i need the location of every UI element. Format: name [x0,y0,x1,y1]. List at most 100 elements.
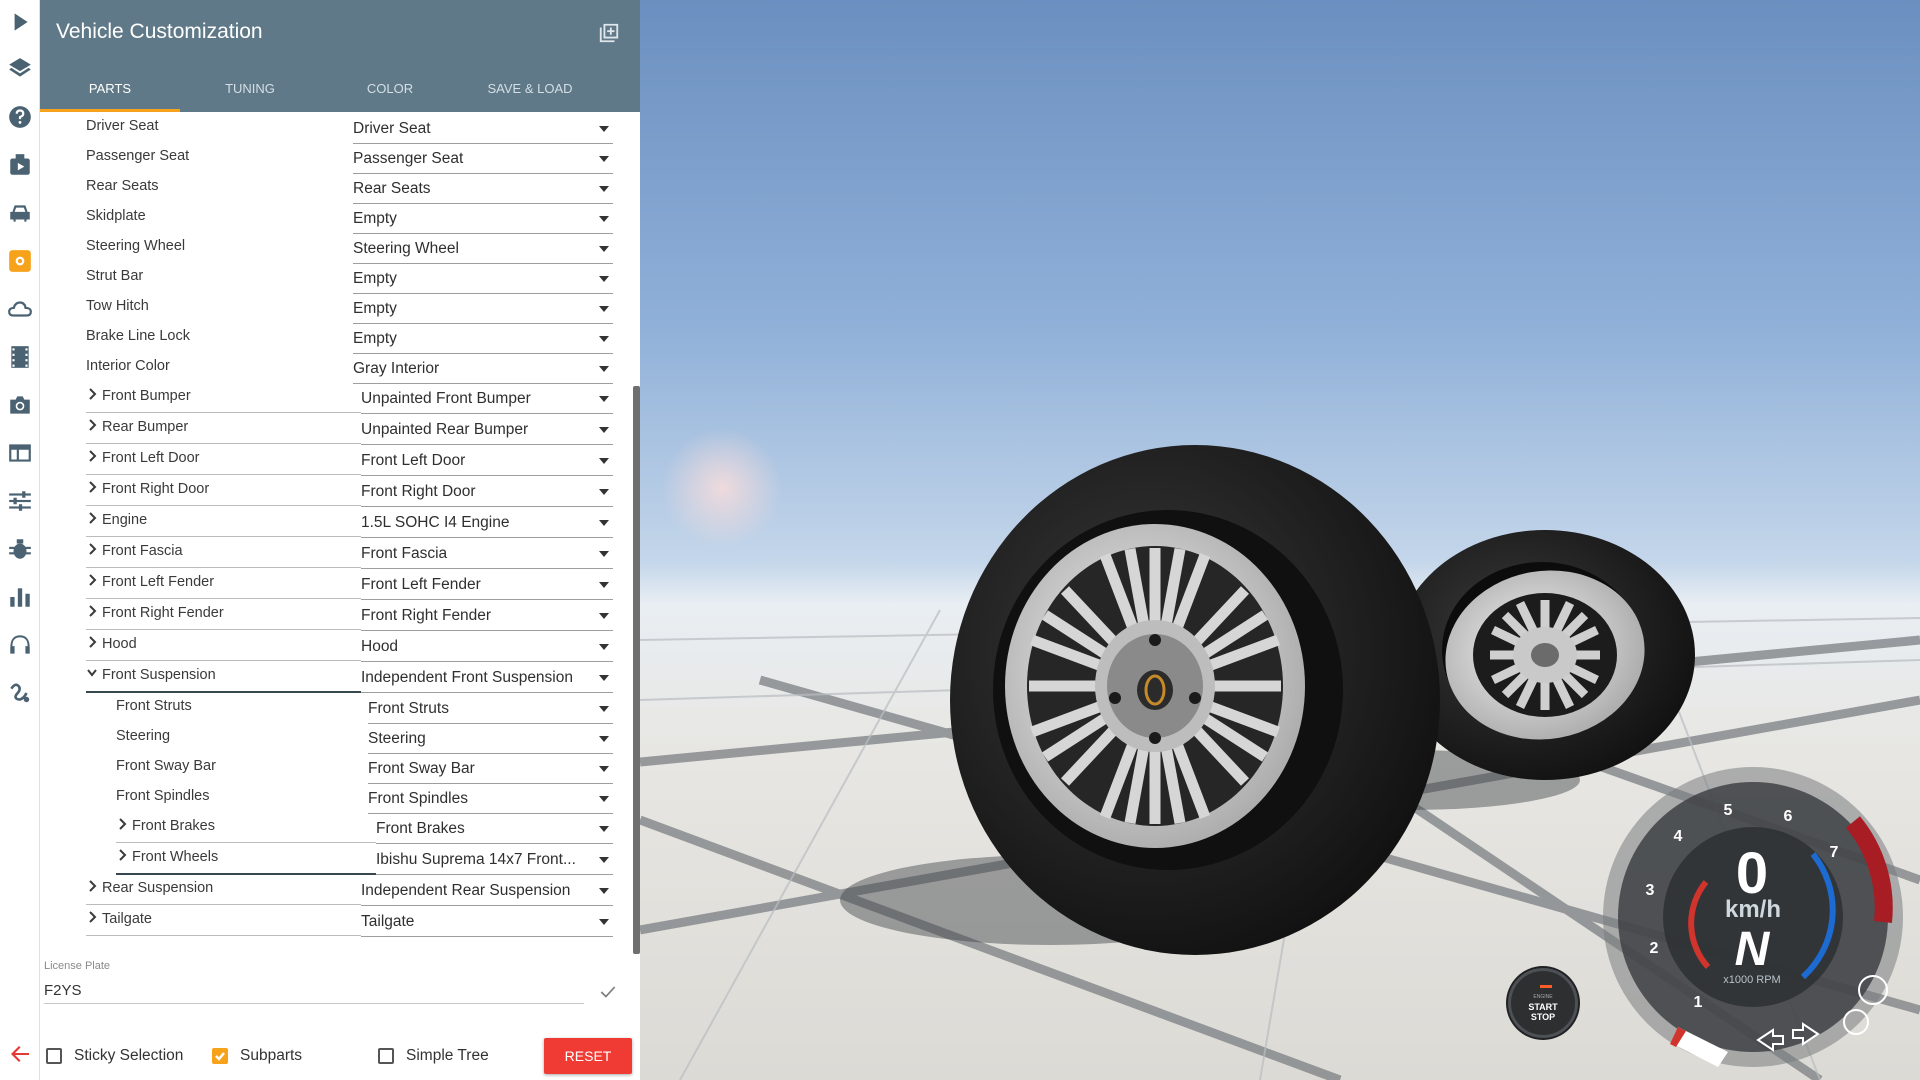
part-select[interactable]: Rear Seats [353,180,613,204]
part-select[interactable]: Front Left Fender [361,576,613,600]
engine-status-indicator [1540,985,1552,988]
layers-icon[interactable] [6,55,34,83]
part-label: Front Right Fender [102,605,224,621]
play-icon[interactable] [6,8,34,36]
chevron-right-icon[interactable] [86,879,98,893]
chevron-right-icon[interactable] [86,910,98,924]
chevron-right-icon[interactable] [86,542,98,556]
bug-icon[interactable] [6,535,34,563]
part-select[interactable]: Ibishu Suprema 14x7 Front... [376,851,613,875]
tab-save-load[interactable]: SAVE & LOAD [460,72,600,112]
part-select-value: Unpainted Front Bumper [361,390,531,407]
part-select-value: Steering Wheel [353,240,459,257]
part-row: Strut Bar Empty [40,262,620,294]
dropdown-caret-icon [599,366,609,372]
scrollbar[interactable] [633,386,640,954]
chevron-right-icon[interactable] [86,449,98,463]
part-row: Front Fascia Front Fascia [40,537,620,569]
headphones-icon[interactable] [6,631,34,659]
dropdown-caret-icon [599,458,609,464]
sticky-selection-checkbox[interactable]: Sticky Selection [46,1047,183,1065]
part-select[interactable]: Passenger Seat [353,150,613,174]
chevron-right-icon[interactable] [116,848,128,862]
part-row: Driver Seat Driver Seat [40,112,620,144]
part-label: Front Struts [116,698,192,714]
open-window-icon[interactable] [598,22,620,44]
tab-bar: PARTS TUNING COLOR SAVE & LOAD [40,72,640,112]
part-select[interactable]: 1.5L SOHC I4 Engine [361,514,613,538]
tab-tuning[interactable]: TUNING [180,72,320,112]
part-select[interactable]: Front Struts [368,700,613,724]
part-select[interactable]: Independent Front Suspension [361,669,613,693]
part-label: Front Suspension [102,667,216,683]
part-select[interactable]: Front Spindles [368,790,613,814]
chart-icon[interactable] [6,583,34,611]
chevron-right-icon[interactable] [86,573,98,587]
part-select[interactable]: Front Brakes [376,820,613,844]
film-icon[interactable] [6,343,34,371]
reset-button[interactable]: RESET [544,1038,632,1074]
chevron-right-icon[interactable] [116,817,128,831]
part-select-value: 1.5L SOHC I4 Engine [361,514,510,531]
rpm-tick-label: 6 [1783,808,1793,825]
part-select[interactable]: Front Fascia [361,545,613,569]
window-layout-icon[interactable] [6,439,34,467]
chevron-right-icon[interactable] [86,418,98,432]
dropdown-caret-icon [599,644,609,650]
tuning-sliders-icon[interactable] [6,487,34,515]
part-select[interactable]: Driver Seat [353,120,613,144]
part-select-value: Front Left Door [361,452,466,469]
part-select[interactable]: Gray Interior [353,360,613,384]
help-icon[interactable] [6,103,34,131]
dropdown-caret-icon [599,306,609,312]
customization-icon[interactable] [6,247,34,275]
part-select[interactable]: Hood [361,638,613,662]
apply-check-icon[interactable] [598,982,618,1002]
part-select[interactable]: Tailgate [361,913,613,937]
rpm-tick-label: 5 [1723,802,1733,819]
part-select-value: Gray Interior [353,360,440,377]
simple-tree-checkbox[interactable]: Simple Tree [378,1047,489,1065]
camera-icon[interactable] [6,391,34,419]
car-icon[interactable] [6,199,34,227]
tab-parts[interactable]: PARTS [40,72,180,112]
part-select[interactable]: Unpainted Rear Bumper [361,421,613,445]
part-select[interactable]: Front Right Door [361,483,613,507]
part-select[interactable]: Empty [353,330,613,354]
flowgraph-icon[interactable] [6,679,34,707]
part-label: Front Right Door [102,481,210,497]
chevron-right-icon[interactable] [86,387,98,401]
part-select[interactable]: Empty [353,270,613,294]
chevron-right-icon[interactable] [86,511,98,525]
part-select[interactable]: Front Right Fender [361,607,613,631]
part-select[interactable]: Empty [353,300,613,324]
video-icon[interactable] [6,151,34,179]
dropdown-caret-icon [599,582,609,588]
part-label: Strut Bar [86,268,144,284]
part-select[interactable]: Unpainted Front Bumper [361,390,613,414]
part-select[interactable]: Steering Wheel [353,240,613,264]
chevron-down-icon[interactable] [86,666,98,680]
dropdown-caret-icon [599,336,609,342]
part-select[interactable]: Independent Rear Suspension [361,882,613,906]
engine-start-stop-button[interactable]: ENGINE START STOP [1508,968,1578,1038]
chevron-right-icon[interactable] [86,635,98,649]
chevron-right-icon[interactable] [86,604,98,618]
part-select[interactable]: Front Sway Bar [368,760,613,784]
part-select[interactable]: Empty [353,210,613,234]
rpm-tick-label: 4 [1673,828,1683,845]
license-plate-input[interactable] [44,978,584,1004]
part-select-value: Front Right Door [361,483,476,500]
part-row: Rear Bumper Unpainted Rear Bumper [40,413,620,445]
tab-color[interactable]: COLOR [320,72,460,112]
part-select-value: Empty [353,210,397,227]
part-select[interactable]: Steering [368,730,613,754]
chevron-right-icon[interactable] [86,480,98,494]
part-select[interactable]: Front Left Door [361,452,613,476]
back-arrow-icon[interactable] [6,1040,34,1068]
cloud-icon[interactable] [6,295,34,323]
dropdown-caret-icon [599,888,609,894]
part-select-value: Empty [353,300,397,317]
subparts-checkbox[interactable]: Subparts [212,1047,302,1065]
part-label: Skidplate [86,208,146,224]
